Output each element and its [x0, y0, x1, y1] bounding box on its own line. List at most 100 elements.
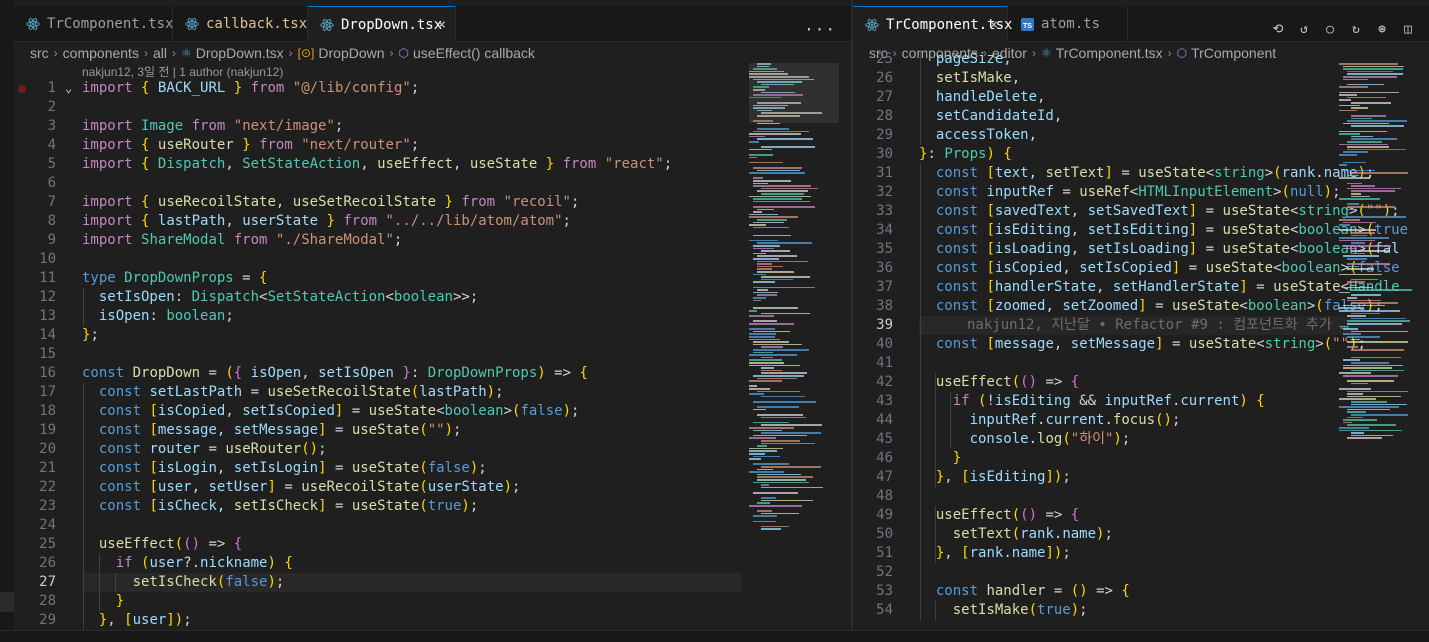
- code-line[interactable]: 2: [14, 98, 852, 117]
- code-text: useEffect(() => {: [935, 507, 1080, 523]
- code-text: const router = useRouter();: [98, 441, 327, 457]
- code-line[interactable]: 12 setIsOpen: Dispatch<SetStateAction<bo…: [14, 288, 852, 307]
- code-line[interactable]: 51 }, [rank.name]);: [853, 544, 1429, 563]
- code-text: accessToken,: [935, 127, 1038, 143]
- minimap-line: [1339, 109, 1358, 112]
- tab-callback[interactable]: callback.tsx 1: [173, 6, 320, 42]
- code-text: import Image from "next/image";: [82, 118, 344, 134]
- line-number: 8: [47, 213, 56, 229]
- line-number: 27: [39, 574, 56, 590]
- code-line[interactable]: 11 type DropDownProps = {: [14, 269, 852, 288]
- code-line[interactable]: 20 const router = useRouter();: [14, 440, 852, 459]
- breakpoint-icon[interactable]: [18, 85, 26, 93]
- tab-atom[interactable]: TS atom.ts: [1008, 6, 1128, 42]
- go-forward-icon[interactable]: ↻: [1347, 22, 1365, 37]
- minimap-line: [757, 122, 780, 125]
- code-line[interactable]: 53 const handler = () => {: [853, 582, 1429, 601]
- code-line[interactable]: 3 import Image from "next/image";: [14, 117, 852, 136]
- minimap-line: [1343, 78, 1369, 81]
- code-line[interactable]: 16 const DropDown = ({ isOpen, setIsOpen …: [14, 364, 852, 383]
- minimap-line: [1339, 325, 1349, 328]
- breadcrumb-item[interactable]: DropDown.tsx: [196, 45, 284, 61]
- history-icon[interactable]: ⟲: [1269, 22, 1287, 37]
- code-line[interactable]: 18 const [isCopied, setIsCopied] = useSt…: [14, 402, 852, 421]
- tab-dropdown[interactable]: DropDown.tsx ×: [308, 6, 456, 42]
- code-line[interactable]: 24: [14, 516, 852, 535]
- code-line[interactable]: 27 setIsCheck(false);: [14, 573, 852, 592]
- code-line[interactable]: 17 const setLastPath = useSetRecoilState…: [14, 383, 852, 402]
- code-line[interactable]: 19 const [message, setMessage] = useStat…: [14, 421, 852, 440]
- minimap-line: [749, 216, 798, 218]
- code-text: const [isLogin, setIsLogin] = useState(f…: [98, 460, 487, 476]
- line-number: 3: [47, 118, 56, 134]
- method-symbol-icon: ⬡: [398, 46, 410, 60]
- code-text: import { BACK_URL } from "@/lib/config";: [82, 80, 420, 96]
- minimap-slider[interactable]: [749, 63, 839, 123]
- code-text: }, [rank.name]);: [935, 545, 1071, 561]
- more-actions-icon[interactable]: ···: [804, 20, 836, 39]
- minimap-line: [1343, 333, 1362, 335]
- tab-trcomponent-left[interactable]: TrComponent.tsx: [14, 6, 173, 42]
- split-editor-icon[interactable]: ◫: [1399, 22, 1417, 37]
- line-number: 32: [876, 184, 893, 200]
- code-line[interactable]: 48: [853, 487, 1429, 506]
- code-line[interactable]: 50 setText(rank.name);: [853, 525, 1429, 544]
- code-line[interactable]: 4 import { useRouter } from "next/router"…: [14, 136, 852, 155]
- code-line[interactable]: 15: [14, 345, 852, 364]
- minimap-line: [749, 505, 802, 507]
- code-text: import { lastPath, userState } from "../…: [82, 213, 571, 229]
- minimap-line: [753, 421, 789, 424]
- circle-icon[interactable]: ○: [1321, 22, 1339, 37]
- compare-icon[interactable]: ⊛: [1373, 22, 1391, 37]
- code-line[interactable]: 21 const [isLogin, setIsLogin] = useStat…: [14, 459, 852, 478]
- minimap-line: [753, 198, 803, 200]
- minimap[interactable]: [1339, 63, 1429, 443]
- code-line[interactable]: 46 }: [853, 449, 1429, 468]
- codelens-blame[interactable]: nakjun12, 3일 전 | 1 author (nakjun12): [82, 63, 283, 80]
- breadcrumb-item[interactable]: src: [30, 45, 49, 61]
- inline-blame[interactable]: nakjun12, 지난달 • Refactor #9 : 컴포넌트화 추가 …: [967, 316, 1357, 335]
- go-back-icon[interactable]: ↺: [1295, 22, 1313, 37]
- minimap-line: [1339, 164, 1348, 166]
- code-line[interactable]: 54 setIsMake(true);: [853, 601, 1429, 620]
- breadcrumb-item[interactable]: DropDown: [318, 45, 384, 61]
- code-line[interactable]: 28 }: [14, 592, 852, 611]
- breadcrumb-item[interactable]: all: [153, 45, 167, 61]
- code-line[interactable]: 49 useEffect(() => {: [853, 506, 1429, 525]
- minimap-line: [1351, 190, 1396, 192]
- close-icon[interactable]: ×: [438, 17, 446, 33]
- code-line[interactable]: 6: [14, 174, 852, 193]
- line-number: 52: [876, 564, 893, 580]
- code-line[interactable]: 29 }, [user]);: [14, 611, 852, 630]
- minimap-line: [753, 349, 809, 351]
- minimap-line: [1339, 99, 1351, 101]
- tab-trcomponent-right[interactable]: TrComponent.tsx ×: [853, 6, 1012, 42]
- minimap-line: [1351, 115, 1387, 117]
- code-line[interactable]: 22 const [user, setUser] = useRecoilStat…: [14, 478, 852, 497]
- close-icon[interactable]: ×: [990, 17, 998, 33]
- code-line[interactable]: 8 import { lastPath, userState } from "..…: [14, 212, 852, 231]
- fold-chevron-icon[interactable]: ⌄: [65, 79, 72, 98]
- code-line[interactable]: 5 import { Dispatch, SetStateAction, useE…: [14, 155, 852, 174]
- code-line[interactable]: 9 import ShareModal from "./ShareModal";: [14, 231, 852, 250]
- code-line[interactable]: 23 const [isCheck, setIsCheck] = useStat…: [14, 497, 852, 516]
- code-line[interactable]: 25 useEffect(() => {: [14, 535, 852, 554]
- code-line[interactable]: 1 import { BACK_URL } from "@/lib/config"…: [14, 79, 852, 98]
- breadcrumb-item[interactable]: useEffect() callback: [413, 45, 535, 61]
- code-line[interactable]: 47 }, [isEditing]);: [853, 468, 1429, 487]
- minimap-line: [1351, 232, 1375, 234]
- code-line[interactable]: 7 import { useRecoilState, useSetRecoilSt…: [14, 193, 852, 212]
- breadcrumb-item[interactable]: components: [63, 45, 139, 61]
- minimap[interactable]: [749, 63, 839, 543]
- code-line[interactable]: 13 isOpen: boolean;: [14, 307, 852, 326]
- minimap-line: [1339, 104, 1360, 107]
- minimap-line: [761, 442, 815, 445]
- minimap-line: [753, 247, 774, 250]
- code-line[interactable]: 10: [14, 250, 852, 269]
- minimap-line: [1339, 406, 1400, 408]
- code-line[interactable]: 26 if (user?.nickname) {: [14, 554, 852, 573]
- code-line[interactable]: 14};: [14, 326, 852, 345]
- minimap-line: [1351, 135, 1373, 138]
- code-line[interactable]: 52: [853, 563, 1429, 582]
- minimap-line: [757, 138, 813, 140]
